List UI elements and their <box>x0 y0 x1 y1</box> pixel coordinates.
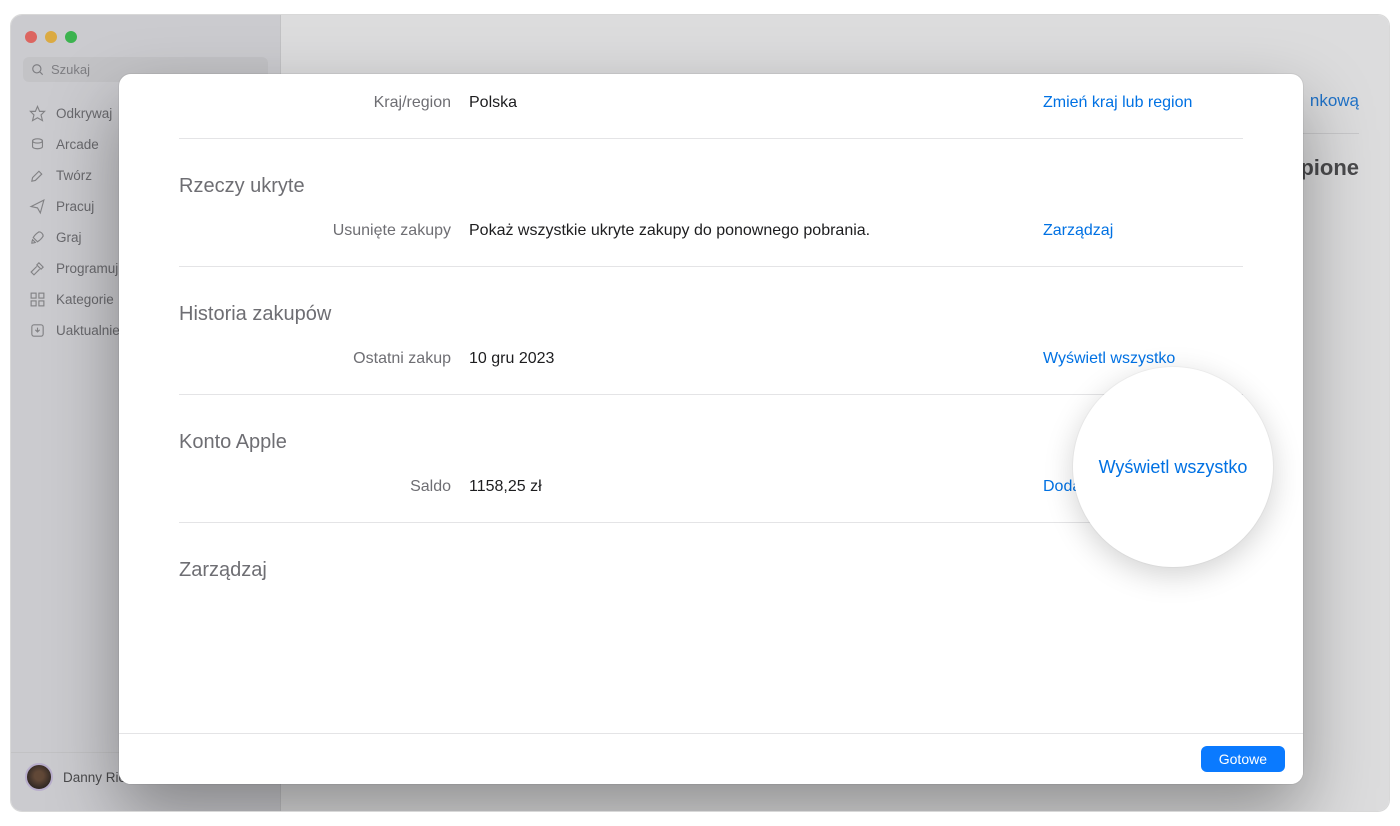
balance-value: 1158,25 zł <box>469 478 1043 496</box>
country-label: Kraj/region <box>179 94 469 112</box>
last-purchase-value: 10 gru 2023 <box>469 350 1043 368</box>
last-purchase-label: Ostatni zakup <box>179 350 469 368</box>
divider <box>179 266 1243 267</box>
change-country-link[interactable]: Zmień kraj lub region <box>1043 94 1243 112</box>
view-all-link[interactable]: Wyświetl wszystko <box>1043 350 1243 368</box>
hidden-label: Usunięte zakupy <box>179 222 469 240</box>
account-section-title: Konto Apple <box>179 405 1243 462</box>
balance-label: Saldo <box>179 478 469 496</box>
account-settings-sheet: Kraj/region Polska Zmień kraj lub region… <box>119 74 1303 784</box>
divider <box>179 394 1243 395</box>
purchase-history-row: Ostatni zakup 10 gru 2023 Wyświetl wszys… <box>179 334 1243 384</box>
app-window: Szukaj Odkrywaj Arcade Twórz Pracuj Graj <box>10 14 1390 812</box>
country-row: Kraj/region Polska Zmień kraj lub region <box>179 74 1243 128</box>
balance-row: Saldo 1158,25 zł Dodaj środki <box>179 462 1243 512</box>
sheet-footer: Gotowe <box>119 733 1303 784</box>
add-funds-link[interactable]: Dodaj środki <box>1043 478 1243 496</box>
sheet-body: Kraj/region Polska Zmień kraj lub region… <box>119 74 1303 733</box>
country-value: Polska <box>469 94 1043 112</box>
history-section-title: Historia zakupów <box>179 277 1243 334</box>
divider <box>179 522 1243 523</box>
manage-hidden-link[interactable]: Zarządzaj <box>1043 222 1243 240</box>
hidden-value: Pokaż wszystkie ukryte zakupy do ponowne… <box>469 222 1043 240</box>
manage-section-title: Zarządzaj <box>179 533 1243 590</box>
done-button[interactable]: Gotowe <box>1201 746 1285 772</box>
hidden-purchases-row: Usunięte zakupy Pokaż wszystkie ukryte z… <box>179 206 1243 256</box>
divider <box>179 138 1243 139</box>
hidden-section-title: Rzeczy ukryte <box>179 149 1243 206</box>
